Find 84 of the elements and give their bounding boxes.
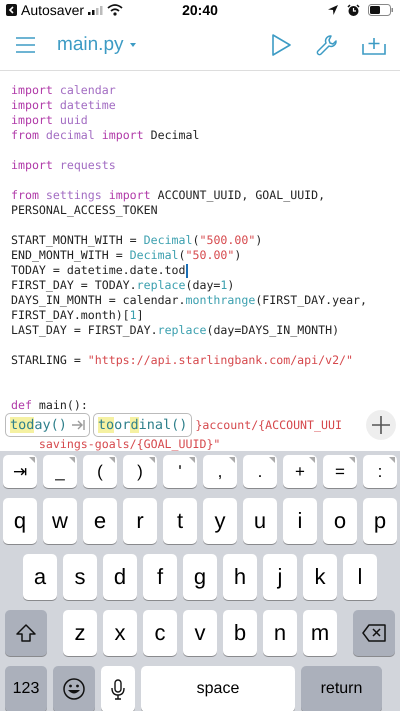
code-line: import uuid xyxy=(11,113,88,128)
code-line: START_MONTH_WITH = Decimal("500.00") xyxy=(11,233,262,248)
code-line: PERSONAL_ACCESS_TOKEN xyxy=(11,203,158,218)
symbol-key[interactable]: _ xyxy=(43,455,77,488)
code-line: import requests xyxy=(11,158,116,173)
delete-key[interactable] xyxy=(353,610,395,656)
wifi-icon xyxy=(107,4,124,16)
code-line: FIRST_DAY.month)[1] xyxy=(11,308,144,323)
smiley-icon xyxy=(63,678,85,700)
code-line: LAST_DAY = FIRST_DAY.replace(day=DAYS_IN_MONTH) xyxy=(11,323,340,338)
letter-key[interactable]: l xyxy=(343,554,377,600)
battery-icon xyxy=(368,4,394,16)
microphone-icon xyxy=(110,678,126,700)
letter-key[interactable]: t xyxy=(163,498,197,544)
menu-icon[interactable] xyxy=(16,37,35,53)
code-line: DAYS_IN_MONTH = calendar.monthrange(FIRST_DAY.year, xyxy=(11,293,368,308)
letter-key[interactable]: a xyxy=(23,554,57,600)
back-icon[interactable] xyxy=(6,4,17,16)
letter-key[interactable]: u xyxy=(243,498,277,544)
play-icon[interactable] xyxy=(271,34,292,56)
code-line: END_MONTH_WITH = Decimal("50.00") xyxy=(11,248,242,263)
letter-key[interactable]: c xyxy=(143,610,177,656)
letter-key[interactable]: g xyxy=(183,554,217,600)
symbol-key[interactable]: ' xyxy=(163,455,197,488)
letter-key[interactable]: j xyxy=(263,554,297,600)
letter-key[interactable]: m xyxy=(303,610,337,656)
letter-key[interactable]: i xyxy=(283,498,317,544)
code-line: import datetime xyxy=(11,98,116,113)
code-line: TODAY = datetime.date.tod xyxy=(11,263,186,278)
location-arrow-icon xyxy=(327,4,339,16)
tab-key-icon xyxy=(70,419,85,431)
code-line: import calendar xyxy=(11,83,116,98)
numbers-key[interactable]: 123 xyxy=(5,666,47,711)
suggestion-chip[interactable]: today() xyxy=(5,413,90,437)
shift-icon xyxy=(16,624,36,642)
symbol-key[interactable]: ) xyxy=(123,455,157,488)
suggestion-chip[interactable]: toordinal() xyxy=(92,413,192,437)
code-line: STARLING = "https://api.starlingbank.com/api/v2/" xyxy=(11,353,354,368)
symbol-key[interactable]: = xyxy=(323,455,357,488)
code-line: savings-goals/{GOAL_UUID}" xyxy=(38,437,220,451)
alarm-icon xyxy=(347,4,360,16)
letter-key[interactable]: k xyxy=(303,554,337,600)
symbol-key[interactable]: , xyxy=(203,455,237,488)
letter-key[interactable]: x xyxy=(103,610,137,656)
add-button[interactable] xyxy=(366,410,396,440)
return-key[interactable]: return xyxy=(301,666,382,711)
code-line: from decimal import Decimal xyxy=(11,128,200,143)
symbol-key[interactable]: + xyxy=(283,455,317,488)
letter-key[interactable]: q xyxy=(3,498,37,544)
text-cursor xyxy=(186,264,188,278)
dictation-key[interactable] xyxy=(101,666,135,711)
letter-key[interactable]: n xyxy=(263,610,297,656)
letter-key[interactable]: f xyxy=(143,554,177,600)
symbol-key[interactable]: : xyxy=(363,455,397,488)
code-line: from settings import ACCOUNT_UUID, GOAL_UUID, xyxy=(11,188,326,203)
letter-key[interactable]: z xyxy=(63,610,97,656)
letter-key[interactable]: d xyxy=(103,554,137,600)
backspace-icon xyxy=(362,624,386,642)
symbol-key[interactable]: ( xyxy=(83,455,117,488)
letter-key[interactable]: r xyxy=(123,498,157,544)
add-tab-icon[interactable] xyxy=(362,35,386,55)
plus-icon xyxy=(372,416,390,434)
signal-icon xyxy=(88,5,104,15)
clock-time: 20:40 xyxy=(182,2,218,18)
letter-key[interactable]: e xyxy=(83,498,117,544)
code-line: FIRST_DAY = TODAY.replace(day=1) xyxy=(11,278,234,293)
wrench-icon[interactable] xyxy=(316,34,338,56)
space-key[interactable]: space xyxy=(141,666,295,711)
symbol-key[interactable]: ⇥ xyxy=(3,455,37,488)
letter-key[interactable]: h xyxy=(223,554,257,600)
code-line: def main(): xyxy=(11,398,88,413)
letter-key[interactable]: v xyxy=(183,610,217,656)
letter-key[interactable]: o xyxy=(323,498,357,544)
letter-key[interactable]: w xyxy=(43,498,77,544)
symbol-key[interactable]: . xyxy=(243,455,277,488)
code-line: }account/{ACCOUNT_UUI xyxy=(195,418,343,432)
letter-key[interactable]: p xyxy=(363,498,397,544)
caret-icon xyxy=(130,43,136,47)
letter-key[interactable]: b xyxy=(223,610,257,656)
back-label[interactable]: Autosaver xyxy=(21,2,84,18)
letter-key[interactable]: s xyxy=(63,554,97,600)
letter-key[interactable]: y xyxy=(203,498,237,544)
emoji-key[interactable] xyxy=(53,666,95,711)
shift-key[interactable] xyxy=(5,610,47,656)
